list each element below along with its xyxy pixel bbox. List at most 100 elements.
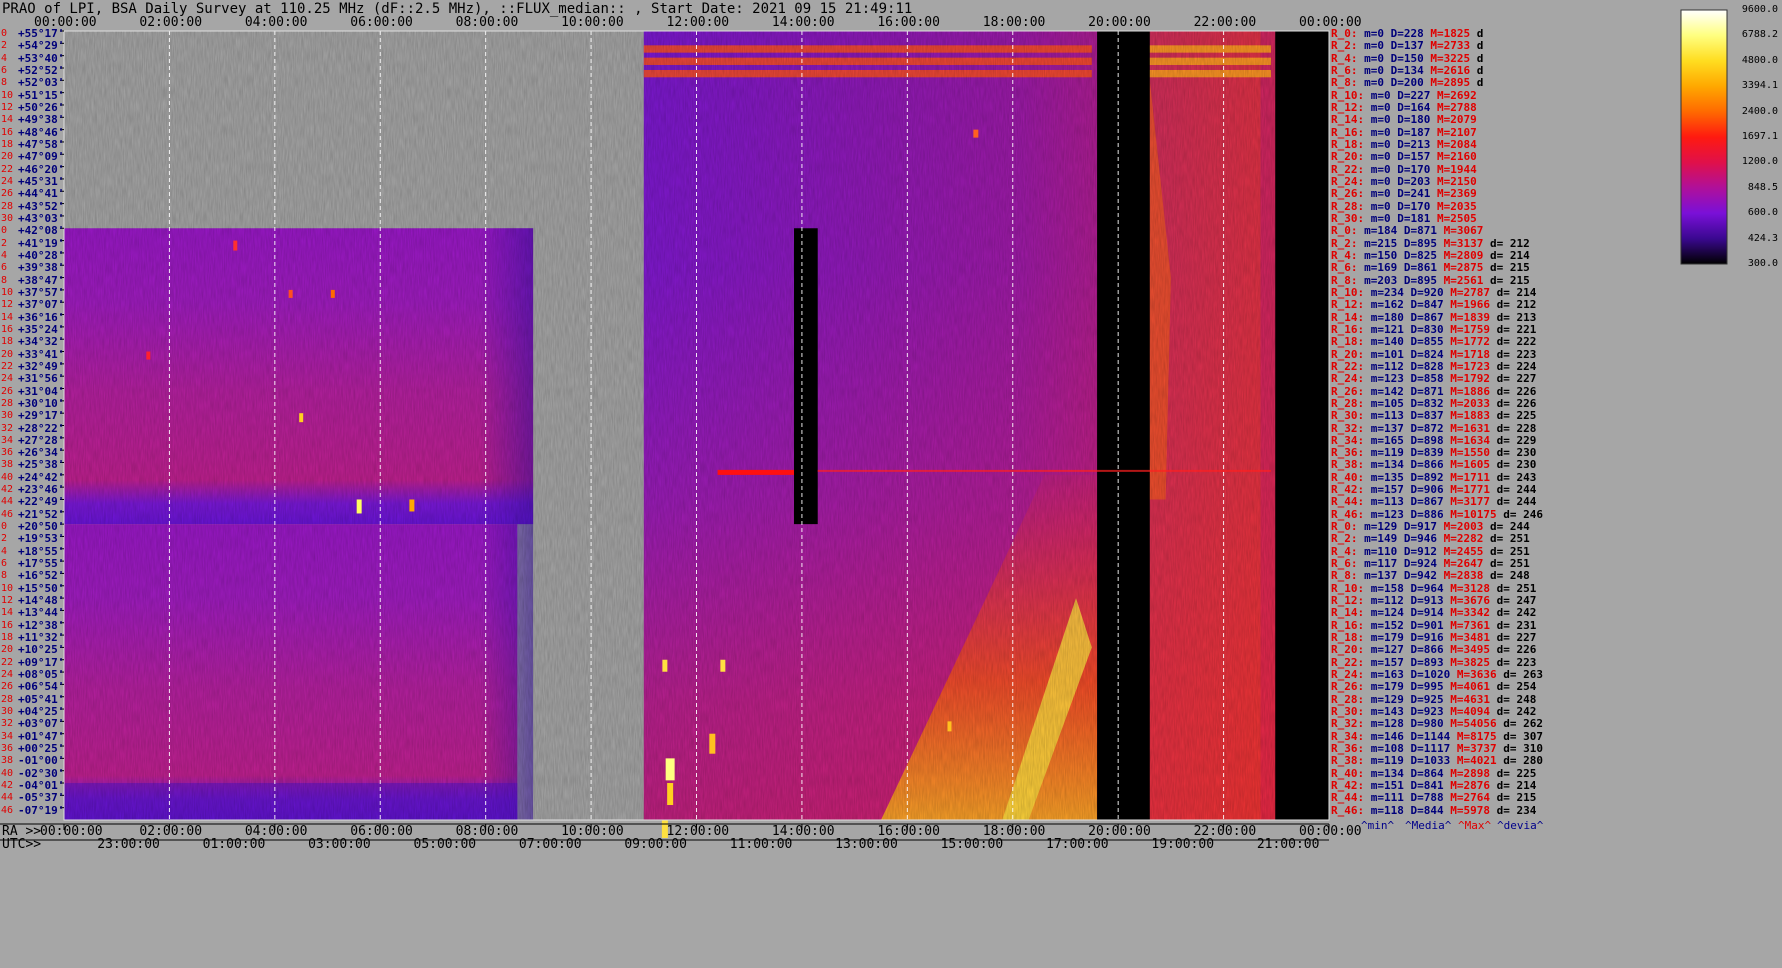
row-index: 0: [1, 225, 8, 237]
row-index: 34: [1, 730, 14, 742]
row-index: 0: [1, 521, 8, 533]
utc-tick-label: 09:00:00: [624, 837, 687, 852]
declination-label: +44°41': [18, 187, 65, 201]
row-index: 2: [1, 533, 8, 545]
row-stats: R_32: m=137 D=872 M=1631 d= 228: [1331, 421, 1537, 435]
row-index: 12: [1, 595, 14, 607]
row-index: 2: [1, 237, 8, 249]
declination-label: +10°25': [18, 643, 65, 657]
top-tick-label: 02:00:00: [139, 15, 203, 30]
row-stats: R_46: m=123 D=886 M=10175 d= 246: [1331, 507, 1543, 521]
gap-23h: [1275, 31, 1329, 820]
declination-label: +47°09': [18, 150, 65, 164]
declination-label: +04°25': [18, 705, 65, 719]
row-stats: R_34: m=165 D=898 M=1634 d= 229: [1331, 433, 1537, 447]
row-stats: R_24: m=163 D=1020 M=3636 d= 263: [1331, 668, 1543, 682]
declination-label: +48°46': [18, 125, 65, 139]
declination-label: +43°52': [18, 199, 65, 213]
row-stats: R_2: m=149 D=946 M=2282 d= 251: [1331, 532, 1530, 546]
row-stats: R_18: m=179 D=916 M=3481 d= 227: [1331, 631, 1537, 645]
row-stats: R_0: m=129 D=917 M=2003 d= 244: [1331, 520, 1530, 534]
declination-label: +36°16': [18, 310, 65, 324]
declination-label: +23°46': [18, 483, 65, 497]
declination-label: +19°53': [18, 532, 65, 546]
row-index: 46: [1, 508, 14, 520]
declination-label: +40°28': [18, 248, 65, 262]
top-tick-label: 20:00:00: [1088, 15, 1151, 30]
declination-label: +31°56': [18, 372, 65, 386]
row-index: 36: [1, 743, 14, 755]
row-index: 22: [1, 163, 14, 175]
row-stats: R_28: m=0 D=170 M=2035: [1331, 199, 1477, 213]
declination-label: +31°04': [18, 384, 65, 398]
row-index: 12: [1, 299, 14, 311]
declination-label: +28°22': [18, 421, 65, 435]
declination-label: +24°42': [18, 470, 65, 484]
declination-label: +16°52': [18, 569, 65, 583]
colorbar-tick-label: 600.0: [1747, 207, 1778, 219]
row-stats: R_30: m=0 D=181 M=2505: [1331, 211, 1477, 225]
bright-spot: [662, 659, 668, 672]
bright-spot: [947, 721, 952, 732]
row-stats: R_42: m=151 D=841 M=2876 d= 214: [1331, 779, 1537, 793]
utc-tick-label: 13:00:00: [835, 837, 898, 852]
row-stats: R_38: m=119 D=1033 M=4021 d= 280: [1331, 754, 1543, 768]
declination-label: +27°28': [18, 433, 65, 447]
row-stats: R_28: m=129 D=925 M=4631 d= 248: [1331, 692, 1537, 706]
row-index: 8: [1, 570, 8, 582]
top-tick-label: 10:00:00: [561, 15, 624, 30]
row-stats: R_22: m=157 D=893 M=3825 d= 223: [1331, 655, 1537, 669]
row-stats: R_4: m=0 D=150 M=3225 d: [1331, 51, 1484, 65]
row-index: 12: [1, 101, 14, 113]
row-index: 10: [1, 582, 14, 594]
declination-label: +34°32': [18, 335, 65, 349]
bright-spot: [330, 289, 335, 298]
utc-tick-label: 15:00:00: [940, 837, 1004, 852]
row-index: 20: [1, 644, 14, 656]
declination-label: +13°44': [18, 606, 65, 620]
declination-label: +22°49': [18, 495, 65, 509]
row-index: 34: [1, 434, 14, 446]
row-stats: R_20: m=101 D=824 M=1718 d= 223: [1331, 347, 1537, 361]
row-stats: R_12: m=0 D=164 M=2788: [1331, 100, 1477, 114]
row-stats: R_18: m=0 D=213 M=2084: [1331, 137, 1477, 151]
top-tick-label: 14:00:00: [771, 15, 835, 30]
declination-label: +08°05': [18, 668, 65, 682]
declination-label: +14°48': [18, 594, 65, 608]
row-index: 46: [1, 804, 14, 816]
row-stats: R_6: m=169 D=861 M=2875 d= 215: [1331, 261, 1530, 275]
bright-spot: [709, 733, 716, 754]
utc-tick-label: 05:00:00: [413, 837, 477, 852]
row-stats: R_14: m=180 D=867 M=1839 d= 213: [1331, 310, 1537, 324]
row-stats: R_2: m=0 D=137 M=2733 d: [1331, 39, 1484, 53]
row-index: 14: [1, 607, 14, 619]
row-stats: R_40: m=134 D=864 M=2898 d= 225: [1331, 766, 1537, 780]
row-index: 22: [1, 656, 14, 668]
declination-label: +15°50': [18, 581, 65, 595]
row-stats: R_24: m=123 D=858 M=1792 d= 227: [1331, 372, 1537, 386]
row-index: 18: [1, 138, 14, 150]
row-stats: R_4: m=150 D=825 M=2809 d= 214: [1331, 248, 1530, 262]
top-tick-label: 04:00:00: [244, 15, 308, 30]
colorbar-tick-label: 9600.0: [1741, 4, 1778, 15]
row-stats: R_30: m=143 D=923 M=4094 d= 242: [1331, 705, 1537, 719]
row-index: 14: [1, 114, 14, 126]
declination-label: +20°50': [18, 520, 65, 534]
row-index: 28: [1, 397, 14, 409]
declination-label: +49°38': [18, 113, 65, 127]
utc-tick-label: 23:00:00: [97, 837, 160, 852]
gap-14h: [794, 228, 818, 525]
colorbar: [1680, 9, 1728, 265]
declination-label: -04°01': [18, 779, 65, 793]
declination-label: +37°57': [18, 285, 65, 299]
row-stats: R_34: m=146 D=1144 M=8175 d= 307: [1331, 729, 1543, 743]
row-stats: R_10: m=234 D=920 M=2787 d= 214: [1331, 285, 1537, 299]
row-index: 16: [1, 619, 14, 631]
bright-spot: [667, 783, 674, 806]
declination-label: +30°10': [18, 396, 65, 410]
row-index: 22: [1, 360, 14, 372]
footer-devia: ^devia^: [1497, 819, 1544, 832]
declination-label: +33°41': [18, 347, 65, 361]
row-stats: R_36: m=108 D=1117 M=3737 d= 310: [1331, 742, 1543, 756]
row-index: 2: [1, 40, 8, 52]
